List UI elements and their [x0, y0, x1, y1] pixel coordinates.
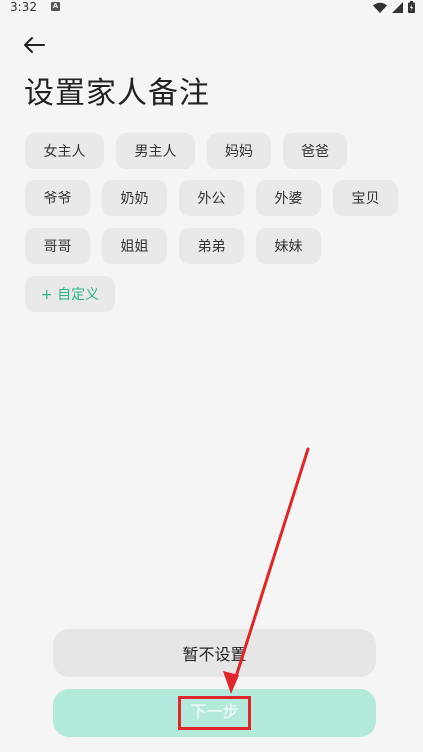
wifi-icon [373, 2, 387, 13]
status-time: 3:32 [10, 0, 37, 14]
status-icons [373, 1, 415, 13]
tag-chip[interactable]: 宝贝 [333, 180, 398, 216]
tag-chip[interactable]: 男主人 [116, 133, 195, 169]
battery-icon [408, 1, 415, 13]
tag-chip[interactable]: 奶奶 [102, 180, 167, 216]
custom-tag-button[interactable]: + 自定义 [25, 276, 115, 312]
arrow-left-icon [24, 37, 45, 53]
back-button[interactable] [22, 31, 52, 59]
tag-chip[interactable]: 哥哥 [25, 228, 90, 264]
notification-a-icon: A [51, 2, 60, 11]
page-title: 设置家人备注 [24, 76, 210, 111]
tag-chip[interactable]: 弟弟 [179, 228, 244, 264]
tag-chip[interactable]: 外公 [179, 180, 244, 216]
next-button[interactable]: 下一步 [53, 689, 376, 737]
signal-icon [392, 1, 403, 13]
skip-button[interactable]: 暂不设置 [53, 629, 376, 677]
tag-chip[interactable]: 爷爷 [25, 180, 90, 216]
tag-chip[interactable]: 姐姐 [102, 228, 167, 264]
tag-chip[interactable]: 外婆 [256, 180, 321, 216]
next-button-label: 下一步 [178, 696, 251, 730]
tag-chip[interactable]: 妹妹 [256, 228, 321, 264]
tag-chip[interactable]: 妈妈 [207, 133, 271, 169]
status-bar: 3:32 A [0, 0, 423, 14]
tag-chip[interactable]: 女主人 [25, 133, 104, 169]
tag-chip[interactable]: 爸爸 [283, 133, 347, 169]
